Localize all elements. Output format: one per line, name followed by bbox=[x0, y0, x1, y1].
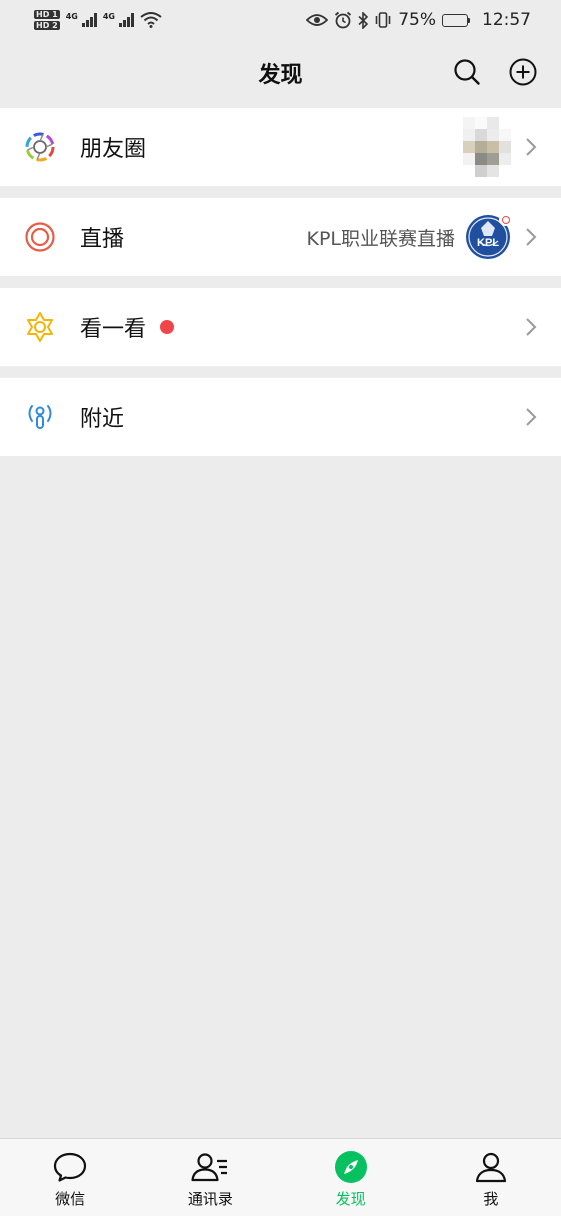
live-ring-icon bbox=[24, 221, 56, 253]
compass-icon bbox=[334, 1151, 368, 1183]
signal-bars-1-icon bbox=[81, 13, 97, 27]
hd2-badge: HD 2 bbox=[34, 21, 60, 30]
tab-label: 通讯录 bbox=[187, 1190, 233, 1208]
live-group: 直播 KPL职业联赛直播 KPL bbox=[0, 198, 561, 276]
page-title: 发现 bbox=[258, 63, 303, 88]
nearby-row[interactable]: 附近 bbox=[0, 378, 561, 456]
person-icon bbox=[474, 1151, 508, 1183]
nearby-label: 附近 bbox=[80, 407, 125, 432]
kpl-logo-text: KPL bbox=[477, 237, 499, 249]
top-stories-label: 看一看 bbox=[80, 317, 147, 342]
search-icon[interactable] bbox=[453, 58, 481, 86]
tab-label: 微信 bbox=[55, 1190, 86, 1208]
moments-preview bbox=[463, 117, 511, 177]
battery-icon bbox=[442, 13, 470, 27]
contacts-icon bbox=[190, 1151, 230, 1183]
chevron-right-icon bbox=[523, 318, 539, 336]
status-bar: HD 1 HD 2 4G 4G 75% 12:57 bbox=[0, 0, 561, 40]
vibrate-icon bbox=[375, 12, 391, 28]
battery-percent: 75% bbox=[398, 10, 436, 30]
live-info: KPL职业联赛直播 KPL bbox=[306, 213, 512, 260]
kpl-avatar: KPL bbox=[465, 213, 512, 260]
alarm-icon bbox=[335, 11, 352, 29]
hd1-badge: HD 1 bbox=[34, 10, 60, 19]
eye-icon bbox=[306, 14, 329, 26]
nearby-group: 附近 bbox=[0, 378, 561, 456]
live-label: 直播 bbox=[80, 227, 125, 252]
live-row[interactable]: 直播 KPL职业联赛直播 KPL bbox=[0, 198, 561, 276]
tab-me[interactable]: 我 bbox=[421, 1139, 561, 1216]
tab-discover[interactable]: 发现 bbox=[281, 1139, 421, 1216]
tab-label: 发现 bbox=[335, 1190, 366, 1208]
tab-chats[interactable]: 微信 bbox=[0, 1139, 140, 1216]
wifi-icon bbox=[140, 12, 162, 28]
status-bar-left: HD 1 HD 2 4G 4G bbox=[34, 10, 162, 30]
bluetooth-icon bbox=[358, 11, 369, 29]
aperture-icon bbox=[24, 131, 56, 163]
hd-indicators: HD 1 HD 2 bbox=[34, 10, 60, 30]
bottom-tab-bar: 微信 通讯录 发现 我 bbox=[0, 1138, 561, 1216]
chevron-right-icon bbox=[523, 408, 539, 426]
signal-bars-2-icon bbox=[118, 13, 134, 27]
title-actions bbox=[453, 58, 537, 86]
person-signal-icon bbox=[24, 401, 56, 433]
tab-contacts[interactable]: 通讯录 bbox=[140, 1139, 280, 1216]
moments-row[interactable]: 朋友圈 bbox=[0, 108, 561, 186]
chat-bubble-icon bbox=[52, 1151, 88, 1183]
tab-label: 我 bbox=[483, 1190, 499, 1208]
network-type-2: 4G bbox=[102, 12, 115, 21]
title-bar: 发现 bbox=[0, 40, 561, 106]
moments-label: 朋友圈 bbox=[80, 137, 147, 162]
network-type-1: 4G bbox=[65, 12, 78, 21]
clock: 12:57 bbox=[482, 10, 531, 30]
star-hexagon-icon bbox=[24, 311, 56, 343]
status-bar-right: 75% 12:57 bbox=[306, 10, 531, 30]
live-indicator-icon bbox=[499, 213, 512, 226]
live-subtitle: KPL职业联赛直播 bbox=[306, 227, 455, 250]
chevron-right-icon bbox=[523, 138, 539, 156]
new-content-dot bbox=[160, 320, 175, 334]
moments-group: 朋友圈 bbox=[0, 108, 561, 186]
top-stories-row[interactable]: 看一看 bbox=[0, 288, 561, 366]
moments-thumbnail bbox=[463, 117, 511, 177]
top-stories-group: 看一看 bbox=[0, 288, 561, 366]
plus-circle-icon[interactable] bbox=[509, 58, 537, 86]
chevron-right-icon bbox=[523, 228, 539, 246]
